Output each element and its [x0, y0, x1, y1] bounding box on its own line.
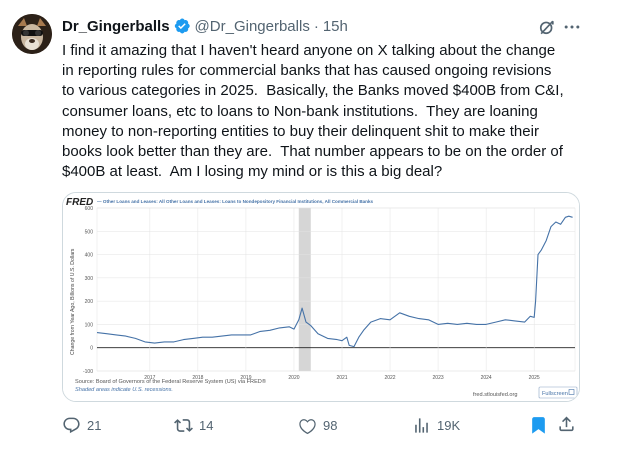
- repost-count: 14: [199, 417, 214, 433]
- tweet-text: I find it amazing that I haven't heard a…: [62, 42, 564, 181]
- x-tick-label: 2024: [481, 375, 492, 381]
- chart-legend: — Other Loans and Leases: All Other Loan…: [97, 199, 374, 204]
- action-bar: 21 14 98 19K: [62, 414, 582, 436]
- share-icon[interactable]: [557, 414, 576, 434]
- more-options-icon[interactable]: [562, 17, 582, 37]
- y-axis-label: Change from Year Ago, Billions of U.S. D…: [70, 248, 76, 355]
- views-count: 19K: [437, 417, 461, 433]
- x-tick-label: 2025: [529, 375, 540, 381]
- display-name[interactable]: Dr_Gingerballs: [62, 18, 170, 35]
- reply-icon: [63, 417, 80, 433]
- like-count: 98: [323, 417, 338, 433]
- y-tick-label: 300: [85, 276, 94, 282]
- tweet[interactable]: Dr_Gingerballs @Dr_Gingerballs · 15h I f…: [0, 0, 643, 450]
- y-tick-label: 500: [85, 229, 94, 235]
- separator: ·: [313, 17, 319, 35]
- handle[interactable]: @Dr_Gingerballs: [195, 18, 310, 35]
- heart-icon: [299, 418, 316, 434]
- timestamp[interactable]: 15h: [323, 18, 348, 35]
- reply-count: 21: [87, 417, 102, 433]
- grok-icon[interactable]: [537, 17, 557, 37]
- views-button[interactable]: 19K: [412, 414, 460, 436]
- repost-icon: [174, 418, 193, 432]
- views-icon: [415, 417, 428, 433]
- fullscreen-button[interactable]: Fullscreen: [538, 386, 578, 399]
- x-tick-label: 2021: [336, 375, 347, 381]
- recession-note: Shaded areas indicate U.S. recessions.: [75, 387, 173, 393]
- x-tick-label: 2023: [433, 375, 444, 381]
- y-tick-label: 200: [85, 299, 94, 305]
- x-tick-label: 2020: [288, 375, 299, 381]
- verified-badge-icon: [174, 18, 190, 34]
- fred-site: fred.stlouisfed.org: [473, 392, 517, 398]
- x-tick-label: 2022: [384, 375, 395, 381]
- reply-button[interactable]: 21: [62, 414, 101, 436]
- y-tick-label: 100: [85, 322, 94, 328]
- tweet-header: Dr_Gingerballs @Dr_Gingerballs · 15h: [62, 16, 348, 36]
- avatar[interactable]: [12, 14, 52, 54]
- y-tick-label: 600: [85, 206, 94, 212]
- repost-button[interactable]: 14: [174, 414, 213, 436]
- chart-image[interactable]: FRED — Other Loans and Leases: All Other…: [62, 192, 580, 402]
- y-tick-label: 0: [90, 346, 93, 352]
- fred-chart: FRED — Other Loans and Leases: All Other…: [63, 193, 579, 401]
- y-tick-label: 400: [85, 253, 94, 259]
- plot-area: [96, 207, 576, 372]
- fullscreen-label: Fullscreen: [542, 391, 568, 397]
- bookmark-icon[interactable]: [529, 415, 548, 435]
- y-tick-label: -100: [83, 369, 93, 375]
- recession-band: [298, 208, 311, 371]
- chart-source: Source: Board of Governors of the Federa…: [75, 378, 267, 385]
- like-button[interactable]: 98: [298, 414, 337, 436]
